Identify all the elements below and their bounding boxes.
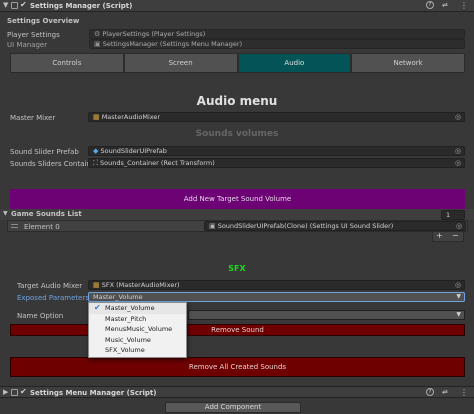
sound-slider-prefab-field[interactable]: ◆ SoundSliderUIPrefab ◎: [88, 146, 465, 156]
master-mixer-label: Master Mixer: [10, 114, 56, 122]
master-mixer-field[interactable]: ▦ MasterAudioMixer ◎: [88, 112, 465, 122]
sounds-sliders-container-label: Sounds Sliders Container: [10, 160, 98, 168]
object-picker-icon[interactable]: ◎: [455, 222, 463, 230]
presets-icon[interactable]: ⇌: [442, 1, 448, 9]
sound-slider-prefab-label: Sound Slider Prefab: [10, 148, 79, 156]
remove-sound-button[interactable]: Remove Sound: [10, 324, 465, 336]
dropdown-option-menus-music-volume[interactable]: MenusMusic_Volume: [89, 324, 186, 335]
help-icon[interactable]: ?: [426, 1, 434, 9]
tab-controls[interactable]: Controls: [10, 53, 124, 73]
prefab-icon: ◆: [93, 147, 99, 155]
settings-overview-title: Settings Overview: [7, 17, 80, 25]
script-icon: [11, 389, 18, 396]
element-0-field[interactable]: ▣ SoundSliderUIPrefab(Clone) (Settings U…: [204, 221, 466, 231]
object-picker-icon[interactable]: ◎: [454, 281, 462, 289]
dropdown-option-master-volume[interactable]: ✔ Master_Volume: [89, 303, 186, 314]
element-0-label: Element 0: [24, 223, 60, 231]
chevron-down-icon: ▼: [456, 311, 461, 318]
tab-screen[interactable]: Screen: [123, 53, 238, 73]
player-settings-field[interactable]: ⚙ PlayerSettings (Player Settings): [89, 29, 465, 39]
name-option-dropdown[interactable]: ▼: [188, 310, 465, 320]
list-remove-button[interactable]: −: [452, 231, 459, 240]
component-title: Settings Menu Manager (Script): [30, 389, 157, 397]
player-settings-label: Player Settings: [7, 31, 60, 39]
sounds-volumes-title: Sounds volumes: [195, 129, 279, 139]
script-icon: [11, 2, 18, 9]
game-sounds-list-header[interactable]: ▼ Game Sounds List: [0, 209, 474, 220]
tab-audio[interactable]: Audio: [237, 53, 352, 73]
script-component-icon: ▣: [94, 40, 101, 48]
rect-transform-icon: ⛶: [93, 159, 98, 167]
audio-mixer-icon: ▦: [93, 113, 100, 121]
add-target-sound-volume-button[interactable]: Add New Target Sound Volume: [10, 189, 465, 209]
drag-handle-icon[interactable]: [11, 224, 18, 228]
target-audio-mixer-label: Target Audio Mixer: [17, 282, 83, 290]
game-sounds-list-title: Game Sounds List: [11, 210, 82, 218]
component-title: Settings Manager (Script): [30, 2, 133, 10]
ui-manager-field[interactable]: ▣ SettingsManager (Settings Menu Manager…: [89, 39, 465, 49]
game-sounds-count-field[interactable]: 1: [441, 210, 465, 220]
audio-mixer-group-icon: ▦: [93, 281, 100, 289]
settings-asset-icon: ⚙: [94, 30, 101, 38]
object-picker-icon[interactable]: ◎: [454, 147, 462, 155]
script-component-icon: ▣: [209, 222, 216, 230]
exposed-parameters-dropdown[interactable]: Master_Volume ▼: [88, 292, 465, 302]
checkmark-icon: ✔: [94, 303, 101, 312]
sfx-title: SFX: [228, 264, 246, 273]
exposed-parameters-options-popup: ✔ Master_Volume Master_Pitch MenusMusic_…: [88, 302, 187, 358]
context-menu-icon[interactable]: ⋮: [460, 1, 468, 10]
object-picker-icon[interactable]: ◎: [454, 113, 462, 121]
audio-menu-title: Audio menu: [196, 94, 278, 108]
name-option-label: Name Option: [17, 312, 64, 320]
tab-network[interactable]: Network: [351, 53, 465, 73]
component-header-settings-manager[interactable]: ▼ ✔ Settings Manager (Script) ? ⇌ ⋮: [0, 0, 474, 12]
dropdown-option-music-volume[interactable]: Music_Volume: [89, 335, 186, 346]
tab-bar: Controls Screen Audio Network: [10, 53, 465, 73]
enabled-checkbox-icon[interactable]: ✔: [20, 387, 27, 396]
foldout-arrow-icon[interactable]: ▼: [3, 1, 8, 9]
ui-manager-label: UI Manager: [7, 41, 48, 49]
dropdown-option-master-pitch[interactable]: Master_Pitch: [89, 314, 186, 325]
context-menu-icon[interactable]: ⋮: [460, 388, 468, 397]
chevron-down-icon: ▼: [456, 293, 461, 300]
help-icon[interactable]: ?: [426, 388, 434, 396]
dropdown-option-sfx-volume[interactable]: SFX_Volume: [89, 345, 186, 356]
list-add-button[interactable]: +: [436, 231, 443, 240]
object-picker-icon[interactable]: ◎: [454, 159, 462, 167]
exposed-parameters-label: Exposed Parameters: [17, 294, 89, 302]
enabled-checkbox-icon[interactable]: ✔: [20, 0, 27, 9]
add-component-button[interactable]: Add Component: [165, 402, 301, 413]
sounds-sliders-container-field[interactable]: ⛶ Sounds_Container (Rect Transform) ◎: [88, 158, 465, 168]
target-audio-mixer-field[interactable]: ▦ SFX (MasterAudioMixer) ◎: [88, 280, 465, 290]
remove-all-created-sounds-button[interactable]: Remove All Created Sounds: [10, 357, 465, 377]
foldout-arrow-icon[interactable]: ▶: [3, 388, 8, 396]
component-header-settings-menu-manager[interactable]: ▶ ✔ Settings Menu Manager (Script) ? ⇌ ⋮: [0, 386, 474, 398]
presets-icon[interactable]: ⇌: [442, 388, 448, 396]
foldout-arrow-icon[interactable]: ▼: [3, 210, 8, 217]
